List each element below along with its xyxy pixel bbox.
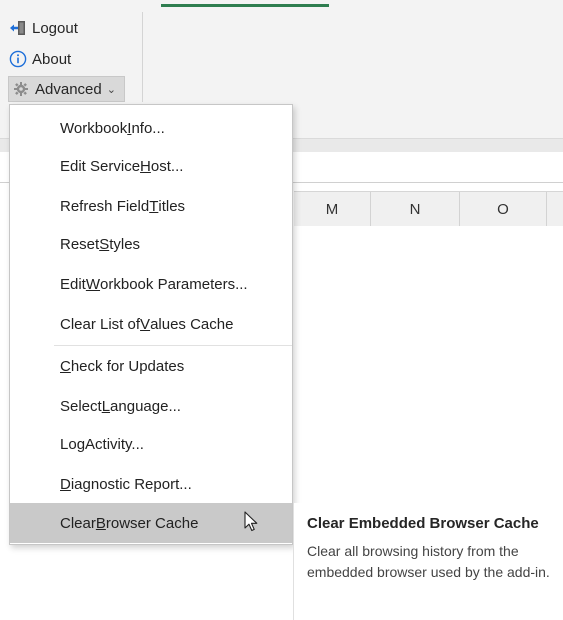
menu-item-workbook-info[interactable]: Workbook Info... <box>10 109 292 147</box>
menu-item-accelerator: T <box>149 197 159 215</box>
menu-item-accelerator: C <box>60 357 71 375</box>
menu-item-text: heck for Updates <box>70 357 185 375</box>
menu-item-accelerator: W <box>85 275 101 293</box>
gear-icon <box>11 79 31 99</box>
chevron-down-icon: ⌄ <box>106 83 116 96</box>
ribbon-tab-accent <box>161 4 329 7</box>
menu-item-check-for-updates[interactable]: Check for Updates <box>10 347 292 385</box>
menu-item-accelerator: H <box>140 157 151 175</box>
info-icon <box>8 49 28 69</box>
advanced-menu: Workbook Info... Edit Service Host... Re… <box>9 104 293 545</box>
column-header-o[interactable]: O <box>460 192 547 226</box>
menu-item-text: Refresh Field <box>60 197 150 215</box>
menu-item-accelerator: D <box>60 475 71 493</box>
menu-item-text: Workbook <box>60 119 128 137</box>
tooltip-description: Clear all browsing history from the embe… <box>307 543 550 580</box>
menu-item-refresh-field-titles[interactable]: Refresh Field Titles <box>10 187 292 225</box>
menu-item-accelerator: V <box>140 315 151 333</box>
menu-item-text: orkbook Parameters... <box>100 275 248 293</box>
menu-item-text: anguage... <box>110 397 181 415</box>
menu-separator <box>54 345 292 346</box>
menu-item-select-language[interactable]: Select Language... <box>10 387 292 425</box>
menu-item-text: nfo... <box>131 119 165 137</box>
menu-item-text: Activity... <box>85 435 144 453</box>
column-header-m[interactable]: M <box>294 192 371 226</box>
column-header-n[interactable]: N <box>371 192 460 226</box>
logout-button[interactable]: Logout <box>8 16 78 40</box>
menu-item-text: Lo <box>60 435 77 453</box>
menu-item-clear-list-of-values-cache[interactable]: Clear List of Values Cache <box>10 305 292 343</box>
menu-item-text: iagnostic Report... <box>70 475 192 493</box>
menu-item-accelerator: S <box>99 235 110 253</box>
column-header-row: M N O <box>294 191 563 227</box>
menu-item-accelerator: g <box>76 435 86 453</box>
tooltip-title: Clear Embedded Browser Cache <box>307 515 539 532</box>
menu-item-edit-workbook-parameters[interactable]: Edit Workbook Parameters... <box>10 265 292 303</box>
logout-icon <box>8 18 28 38</box>
mouse-pointer-icon <box>244 511 260 537</box>
menu-item-diagnostic-report[interactable]: Diagnostic Report... <box>10 465 292 503</box>
ribbon-group-divider <box>142 12 143 102</box>
menu-item-edit-service-host[interactable]: Edit Service Host... <box>10 147 292 185</box>
advanced-dropdown-button[interactable]: Advanced ⌄ <box>8 76 125 102</box>
menu-item-text: ost... <box>150 157 184 175</box>
menu-item-text: tyles <box>109 235 141 253</box>
menu-item-text: rowser Cache <box>105 514 199 532</box>
menu-item-text: Clear List of <box>60 315 141 333</box>
menu-item-text: Edit Service <box>60 157 141 175</box>
menu-item-reset-styles[interactable]: Reset Styles <box>10 225 292 263</box>
logout-label: Logout <box>32 19 78 37</box>
tooltip: Clear Embedded Browser Cache Clear all b… <box>293 503 563 620</box>
column-header-next[interactable] <box>547 192 563 226</box>
menu-item-text: alues Cache <box>150 315 234 333</box>
menu-item-accelerator: B <box>95 514 106 532</box>
about-button[interactable]: About <box>8 47 71 71</box>
menu-item-text: Clear <box>60 514 96 532</box>
menu-item-text: Edit <box>60 275 86 293</box>
menu-item-accelerator: L <box>101 397 111 415</box>
menu-item-clear-browser-cache[interactable]: Clear Browser Cache <box>10 503 292 543</box>
advanced-label: Advanced <box>35 80 102 98</box>
menu-item-text: Reset <box>60 235 100 253</box>
about-label: About <box>32 50 72 68</box>
menu-item-log-activity[interactable]: Lo g Activity... <box>10 425 292 463</box>
menu-item-text: itles <box>158 197 186 215</box>
menu-item-text: Select <box>60 397 102 415</box>
